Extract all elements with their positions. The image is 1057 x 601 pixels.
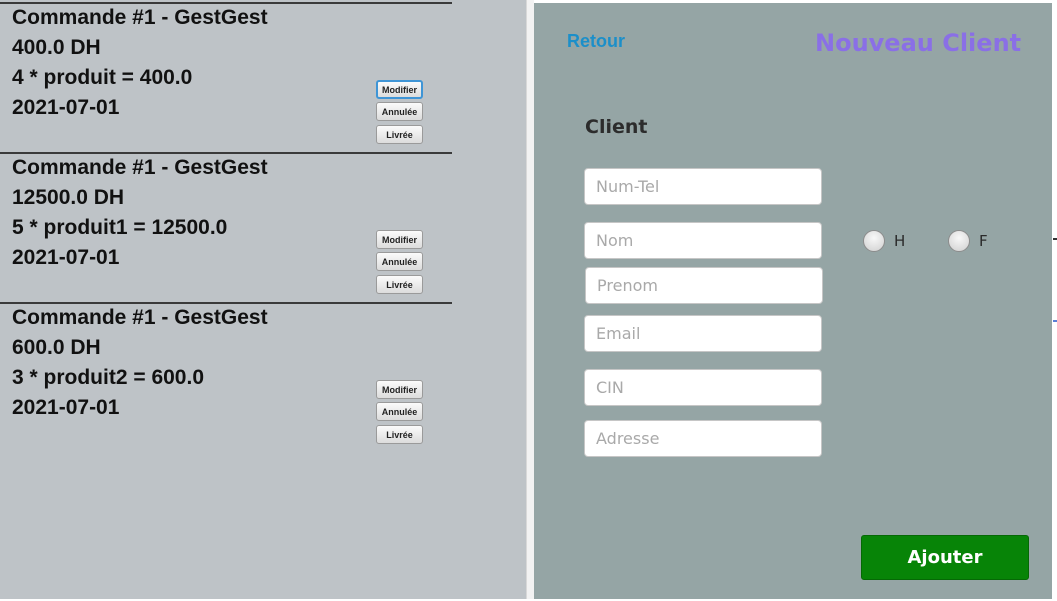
form-title: Nouveau Client: [815, 29, 1022, 57]
split-pane-divider[interactable]: [526, 0, 534, 599]
modify-button[interactable]: Modifier: [376, 230, 423, 249]
gender-radio-female[interactable]: F: [948, 230, 988, 252]
order-card: Commande #1 - GestGest 600.0 DH 3 * prod…: [0, 302, 452, 452]
gender-radio-male[interactable]: H: [863, 230, 905, 252]
edge-mark: [1053, 320, 1057, 322]
order-detail: 4 * produit = 400.0: [12, 66, 193, 89]
phone-input[interactable]: [584, 168, 822, 205]
deliver-order-button[interactable]: Livrée: [376, 125, 423, 144]
order-date: 2021-07-01: [12, 396, 120, 419]
order-amount: 12500.0 DH: [12, 186, 125, 209]
order-date: 2021-07-01: [12, 96, 120, 119]
order-title: Commande #1 - GestGest: [12, 6, 268, 29]
radio-label: F: [979, 232, 988, 250]
order-date: 2021-07-01: [12, 246, 120, 269]
order-card: Commande #1 - GestGest 400.0 DH 4 * prod…: [0, 2, 452, 152]
radio-button-icon[interactable]: [863, 230, 885, 252]
order-detail: 3 * produit2 = 600.0: [12, 366, 204, 389]
cancel-order-button[interactable]: Annulée: [376, 102, 423, 121]
deliver-order-button[interactable]: Livrée: [376, 425, 423, 444]
address-input[interactable]: [584, 420, 822, 457]
deliver-order-button[interactable]: Livrée: [376, 275, 423, 294]
cancel-order-button[interactable]: Annulée: [376, 252, 423, 271]
last-name-input[interactable]: [584, 222, 822, 259]
order-title: Commande #1 - GestGest: [12, 306, 268, 329]
first-name-input[interactable]: [585, 267, 823, 304]
cancel-order-button[interactable]: Annulée: [376, 402, 423, 421]
back-link[interactable]: Retour: [567, 31, 625, 52]
modify-button[interactable]: Modifier: [376, 380, 423, 399]
window-edge: [1052, 0, 1057, 601]
email-input[interactable]: [584, 315, 822, 352]
orders-panel: Commande #1 - GestGest 400.0 DH 4 * prod…: [0, 0, 526, 599]
new-client-form: Retour Nouveau Client Client H F Ajouter: [534, 3, 1056, 599]
order-detail: 5 * produit1 = 12500.0: [12, 216, 228, 239]
edge-mark: [1053, 238, 1057, 240]
section-label: Client: [585, 116, 648, 138]
order-title: Commande #1 - GestGest: [12, 156, 268, 179]
radio-label: H: [894, 232, 906, 250]
radio-button-icon[interactable]: [948, 230, 970, 252]
order-amount: 400.0 DH: [12, 36, 101, 59]
order-card: Commande #1 - GestGest 12500.0 DH 5 * pr…: [0, 152, 452, 302]
add-client-button[interactable]: Ajouter: [861, 535, 1029, 580]
modify-button[interactable]: Modifier: [376, 80, 423, 99]
cin-input[interactable]: [584, 369, 822, 406]
order-amount: 600.0 DH: [12, 336, 101, 359]
